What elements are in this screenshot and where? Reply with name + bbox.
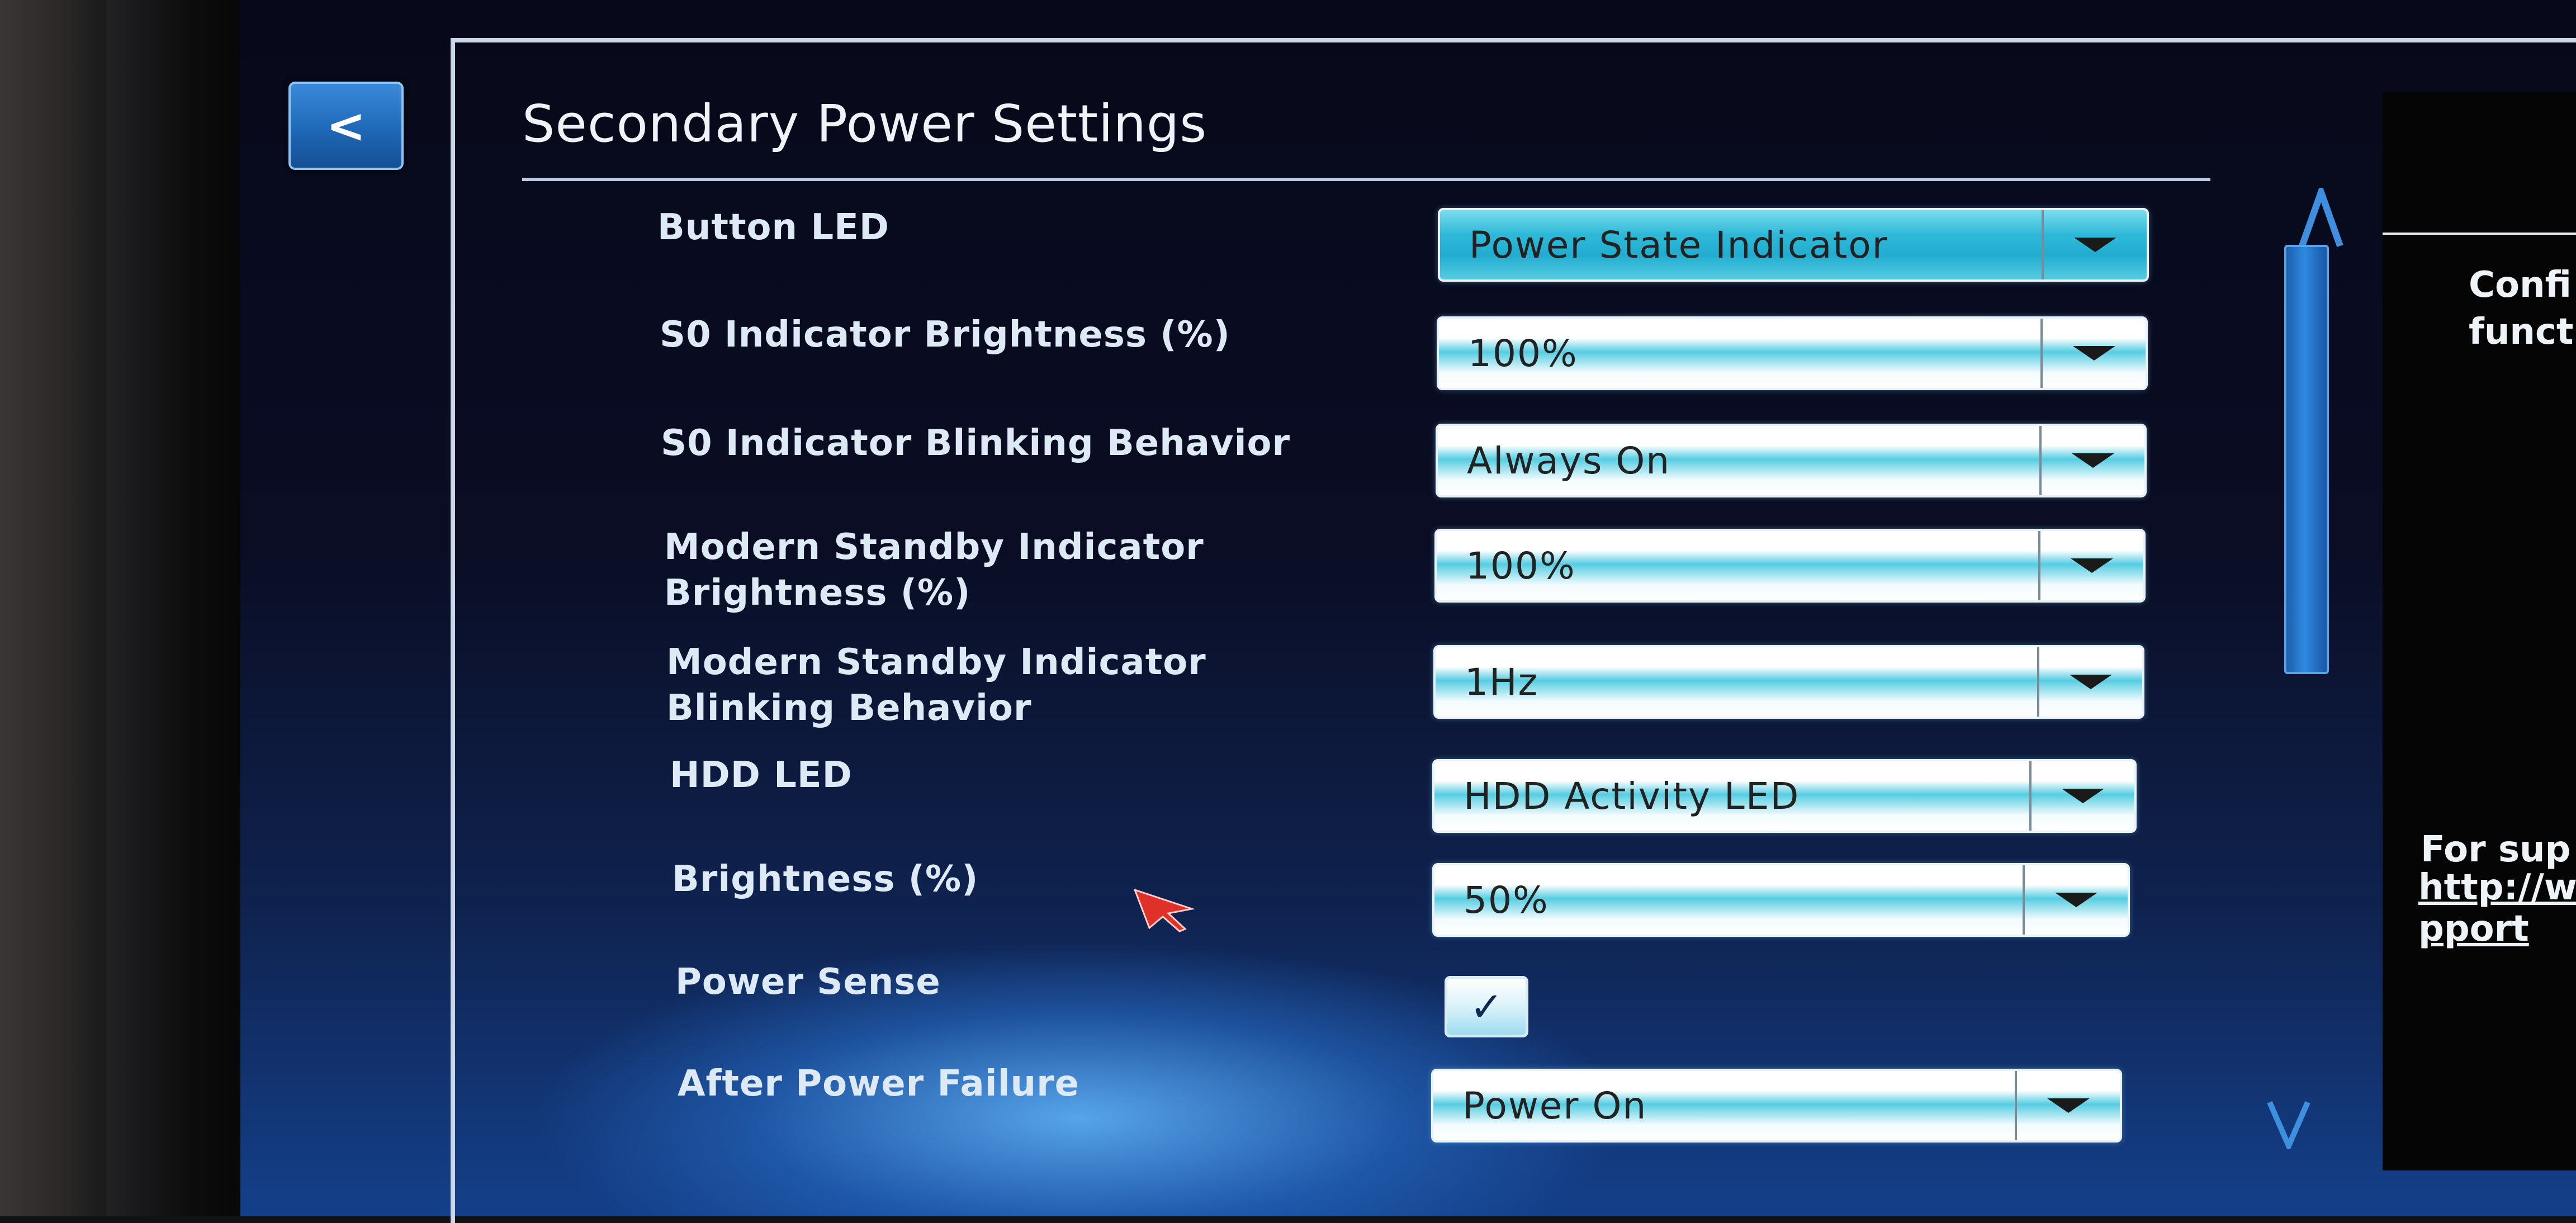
scroll-down-icon[interactable] (2266, 1099, 2311, 1149)
setting-label-hdd-led: HDD LED (670, 755, 853, 796)
label-line: Modern Standby Indicator (664, 527, 1204, 568)
setting-label-brightness: Brightness (%) (672, 859, 979, 900)
setting-label-s0-indicator-blinking: S0 Indicator Blinking Behavior (661, 423, 1291, 464)
chevron-down-icon[interactable] (2037, 647, 2142, 717)
chevron-down-icon[interactable] (2029, 761, 2134, 831)
dropdown-value: 100% (1468, 331, 1578, 375)
help-panel-divider (2383, 233, 2576, 235)
help-support-link-continued[interactable]: pport (2418, 908, 2529, 950)
dropdown-brightness[interactable]: 50% (1432, 863, 2130, 937)
setting-label-modern-standby-blinking: Modern Standby Indicator Blinking Behavi… (666, 639, 1206, 731)
dropdown-value: HDD Activity LED (1464, 774, 1800, 818)
dropdown-after-power-failure[interactable]: Power On (1431, 1069, 2122, 1143)
chevron-down-icon[interactable] (2040, 319, 2146, 388)
help-support-link[interactable]: http://w (2418, 866, 2576, 909)
mouse-cursor-icon (1134, 888, 1195, 932)
dropdown-modern-standby-blinking[interactable]: 1Hz (1433, 645, 2144, 719)
title-divider (522, 178, 2210, 181)
chevron-down-icon[interactable] (2038, 531, 2143, 600)
setting-label-modern-standby-brightness: Modern Standby Indicator Brightness (%) (664, 524, 1204, 616)
dropdown-value: 50% (1464, 878, 1549, 922)
chevron-down-icon[interactable] (2015, 1071, 2120, 1140)
dropdown-s0-indicator-blinking[interactable]: Always On (1436, 424, 2147, 497)
help-support-text: For sup (2421, 829, 2571, 870)
help-description-line: Confi (2469, 264, 2572, 306)
dropdown-value: 1Hz (1465, 660, 1539, 704)
help-description-line: funct (2469, 311, 2574, 353)
scrollbar-thumb[interactable] (2284, 245, 2329, 674)
help-panel (2383, 92, 2576, 1170)
power-sense-checkbox[interactable]: ✓ (1445, 976, 1528, 1037)
dropdown-value: Power On (1462, 1084, 1647, 1127)
dropdown-modern-standby-brightness[interactable]: 100% (1434, 529, 2146, 603)
dropdown-value: Power State Indicator (1469, 223, 1888, 267)
monitor-bezel-edge (0, 0, 106, 1216)
chevron-down-icon[interactable] (2039, 426, 2144, 495)
label-line: Brightness (%) (664, 572, 971, 614)
label-line: Modern Standby Indicator (666, 642, 1206, 683)
page-title: Secondary Power Settings (522, 94, 1208, 154)
dropdown-value: 100% (1466, 544, 1576, 587)
setting-label-s0-indicator-brightness: S0 Indicator Brightness (%) (660, 314, 1230, 355)
back-button[interactable]: < (288, 82, 404, 170)
scroll-up-icon[interactable] (2299, 188, 2343, 249)
label-line: Blinking Behavior (666, 688, 1032, 729)
dropdown-s0-indicator-brightness[interactable]: 100% (1437, 316, 2148, 390)
dropdown-hdd-led[interactable]: HDD Activity LED (1432, 759, 2137, 833)
dropdown-value: Always On (1467, 439, 1671, 482)
dropdown-button-led[interactable]: Power State Indicator (1438, 208, 2149, 282)
setting-label-after-power-failure: After Power Failure (678, 1063, 1080, 1105)
chevron-down-icon[interactable] (2023, 865, 2128, 935)
setting-label-power-sense: Power Sense (675, 961, 941, 1003)
checkmark-icon: ✓ (1469, 983, 1504, 1030)
chevron-down-icon[interactable] (2042, 210, 2147, 279)
setting-label-button-led: Button LED (657, 207, 889, 248)
